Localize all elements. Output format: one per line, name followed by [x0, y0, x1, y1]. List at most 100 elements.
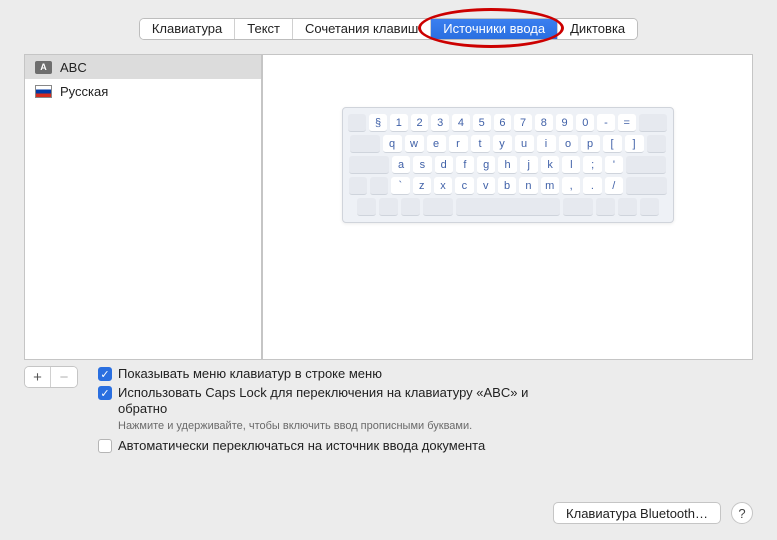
key-blank	[640, 198, 659, 216]
key: e	[427, 135, 446, 153]
tab-4[interactable]: Диктовка	[558, 19, 637, 39]
key: l	[562, 156, 580, 174]
key: [	[603, 135, 622, 153]
key: .	[583, 177, 601, 195]
left-column: A ABC Русская	[24, 54, 262, 360]
checkbox-auto-switch[interactable]	[98, 439, 112, 453]
tab-segment: КлавиатураТекстСочетания клавишИсточники…	[139, 18, 638, 40]
keyboard-row: asdfghjkl;'	[349, 156, 667, 174]
key: r	[449, 135, 468, 153]
key: x	[434, 177, 452, 195]
key-blank	[618, 198, 637, 216]
input-source-row[interactable]: A ABC	[25, 55, 261, 79]
label-show-menu: Показывать меню клавиатур в строке меню	[118, 366, 382, 382]
checkbox-caps-lock[interactable]: ✓	[98, 386, 112, 400]
key-blank	[563, 198, 593, 216]
tab-2[interactable]: Сочетания клавиш	[293, 19, 431, 39]
key: -	[597, 114, 615, 132]
key: h	[498, 156, 516, 174]
key: 1	[390, 114, 408, 132]
key: m	[541, 177, 559, 195]
key: ;	[583, 156, 601, 174]
key-blank	[639, 114, 667, 132]
key-blank	[348, 114, 366, 132]
tab-3[interactable]: Источники ввода	[431, 19, 558, 39]
key: ]	[625, 135, 644, 153]
help-button[interactable]: ?	[731, 502, 753, 524]
key-blank	[423, 198, 453, 216]
key: v	[477, 177, 495, 195]
tab-0[interactable]: Клавиатура	[140, 19, 235, 39]
key-blank	[401, 198, 420, 216]
key-space	[456, 198, 560, 216]
key: f	[456, 156, 474, 174]
key-blank	[349, 177, 367, 195]
input-source-label: ABC	[60, 60, 87, 75]
key: b	[498, 177, 516, 195]
key: =	[618, 114, 636, 132]
label-caps-lock: Использовать Caps Lock для переключения …	[118, 385, 558, 417]
key: /	[605, 177, 623, 195]
input-source-label: Русская	[60, 84, 108, 99]
key: d	[435, 156, 453, 174]
key: 4	[452, 114, 470, 132]
keyboard-row: §1234567890-=	[349, 114, 667, 132]
key: `	[391, 177, 409, 195]
keyboard-row	[349, 198, 667, 216]
key: c	[455, 177, 473, 195]
key-blank	[370, 177, 388, 195]
key: 5	[473, 114, 491, 132]
key: 9	[556, 114, 574, 132]
keyboard-row: `zxcvbnm,./	[349, 177, 667, 195]
key: k	[541, 156, 559, 174]
key: j	[520, 156, 538, 174]
under-panel: + − ✓ Показывать меню клавиатур в строке…	[24, 366, 753, 457]
key: o	[559, 135, 578, 153]
input-source-row[interactable]: Русская	[25, 79, 261, 103]
tab-bar: КлавиатураТекстСочетания клавишИсточники…	[0, 0, 777, 46]
keyboard-preview: §1234567890-= qwertyuiop[] asdfghjkl;' `zxc…	[342, 107, 674, 223]
key-blank	[626, 177, 667, 195]
keyboard-row: qwertyuiop[]	[349, 135, 667, 153]
key: 2	[411, 114, 429, 132]
key: ,	[562, 177, 580, 195]
footer: Клавиатура Bluetooth… ?	[553, 502, 753, 524]
add-remove-group: + −	[24, 366, 78, 388]
key: 3	[431, 114, 449, 132]
label-auto-switch: Автоматически переключаться на источник …	[118, 438, 485, 454]
key: 6	[494, 114, 512, 132]
option-auto-switch[interactable]: Автоматически переключаться на источник …	[98, 438, 558, 454]
abc-flag-icon: A	[35, 61, 52, 74]
key-blank	[357, 198, 376, 216]
options-group: ✓ Показывать меню клавиатур в строке мен…	[98, 366, 558, 457]
key-blank	[596, 198, 615, 216]
russia-flag-icon	[35, 85, 52, 98]
option-caps-lock[interactable]: ✓ Использовать Caps Lock для переключени…	[98, 385, 558, 417]
right-column: §1234567890-= qwertyuiop[] asdfghjkl;' `zxc…	[262, 54, 753, 360]
bluetooth-keyboard-button[interactable]: Клавиатура Bluetooth…	[553, 502, 721, 524]
key: '	[605, 156, 623, 174]
key: z	[413, 177, 431, 195]
key-blank	[379, 198, 398, 216]
tab-1[interactable]: Текст	[235, 19, 293, 39]
key: i	[537, 135, 556, 153]
input-source-list[interactable]: A ABC Русская	[24, 54, 262, 360]
key-blank	[350, 135, 380, 153]
main-panel: A ABC Русская §1234567890-= qwertyuiop[] asd…	[24, 54, 753, 360]
key: s	[413, 156, 431, 174]
checkbox-show-menu[interactable]: ✓	[98, 367, 112, 381]
key: a	[392, 156, 410, 174]
hint-caps-lock: Нажмите и удерживайте, чтобы включить вв…	[118, 420, 558, 432]
key: p	[581, 135, 600, 153]
remove-source-button[interactable]: −	[51, 367, 77, 387]
key: u	[515, 135, 534, 153]
option-show-menu[interactable]: ✓ Показывать меню клавиатур в строке мен…	[98, 366, 558, 382]
key: g	[477, 156, 495, 174]
key: t	[471, 135, 490, 153]
key: 0	[576, 114, 594, 132]
key: y	[493, 135, 512, 153]
key: 8	[535, 114, 553, 132]
key: w	[405, 135, 424, 153]
add-source-button[interactable]: +	[25, 367, 51, 387]
key: §	[369, 114, 387, 132]
